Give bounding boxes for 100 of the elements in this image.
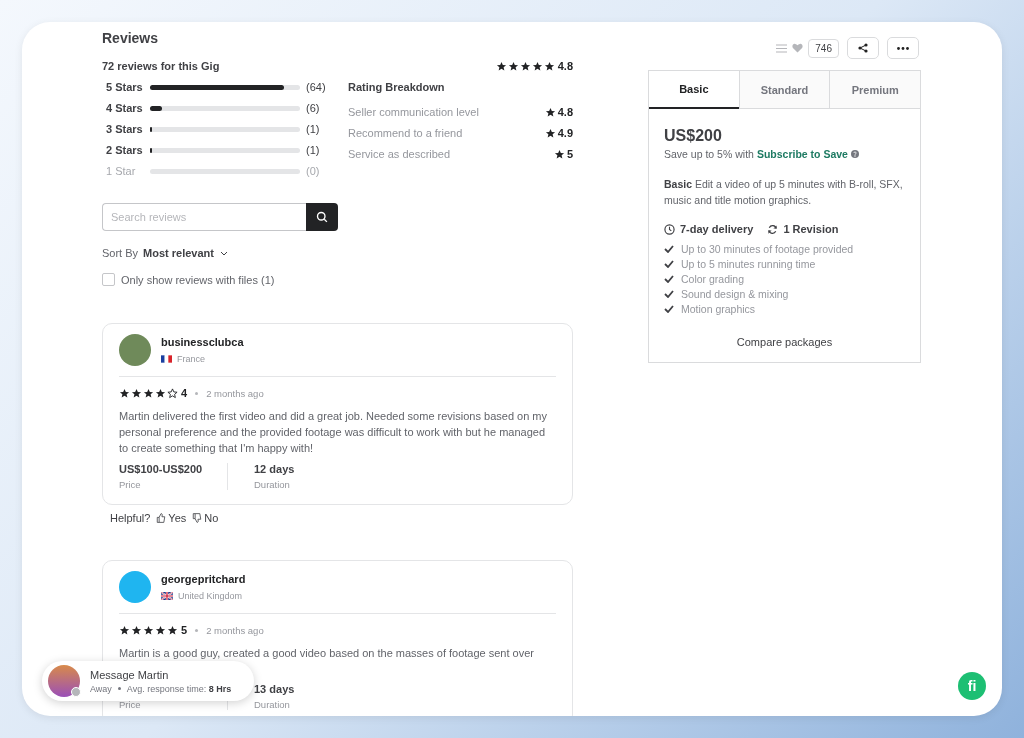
section-title: Reviews	[102, 30, 160, 46]
username: georgepritchard	[161, 573, 246, 585]
search-button[interactable]	[306, 203, 338, 231]
breakdown-score: 5	[566, 148, 573, 160]
package-tab[interactable]: Premium	[829, 71, 920, 109]
price-range: US$100-US$200	[119, 463, 204, 476]
star-icon	[155, 387, 166, 399]
star-icon	[143, 624, 154, 636]
feature-label: Up to 30 minutes of footage provided	[681, 243, 854, 255]
review-text: Martin delivered the first video and did a great job. Needed some revisions based on my personal preference and the provided footage was difficult to work with but he managed to create something that I'm happy with!	[119, 409, 548, 456]
star-icon	[544, 106, 556, 118]
status-dot	[71, 687, 81, 697]
duration-label: Duration	[254, 479, 291, 490]
rating-count: (6)	[306, 102, 320, 114]
flag-icon	[161, 592, 173, 600]
search-icon	[316, 211, 328, 223]
status-text: Away	[90, 683, 112, 694]
search-field[interactable]: Search reviews	[102, 203, 306, 231]
avatar	[119, 334, 151, 366]
star-outline-icon	[167, 387, 178, 399]
star-filter-link[interactable]: 4 Stars	[102, 102, 150, 114]
star-icon	[543, 60, 555, 72]
feature-label: Motion graphics	[681, 303, 756, 315]
review-rating: 5	[181, 624, 188, 636]
flag-icon	[161, 355, 172, 363]
chevron-down-icon	[220, 250, 228, 256]
review-rating: 4	[181, 387, 188, 399]
star-icon	[531, 60, 543, 72]
average-rating: 4.8	[557, 60, 573, 72]
country-name: France	[177, 354, 205, 364]
more-button[interactable]	[887, 37, 919, 59]
compare-packages-link[interactable]: Compare packages	[736, 336, 833, 348]
checkbox-label: Only show reviews with files (1)	[121, 273, 275, 286]
star-icon	[119, 624, 130, 636]
share-icon	[858, 43, 868, 53]
country-name: United Kingdom	[178, 591, 243, 601]
star-icon	[553, 148, 565, 160]
save-text: Save up to 5% with	[664, 148, 754, 160]
breakdown-title: Rating Breakdown	[348, 81, 446, 93]
duration-label: Duration	[254, 699, 291, 710]
breakdown-label: Recommend to a friend	[348, 127, 463, 139]
refresh-icon	[767, 223, 779, 235]
breakdown-label: Service as described	[348, 148, 451, 160]
separator-dot	[117, 687, 121, 690]
rating-count: (1)	[306, 123, 320, 135]
yes-button[interactable]: Yes	[156, 512, 187, 524]
rating-count: (64)	[306, 81, 326, 93]
star-filter-link[interactable]: 3 Stars	[102, 123, 150, 135]
star-filter-link[interactable]: 5 Stars	[102, 81, 150, 93]
separator-dot	[195, 391, 199, 395]
star-icon	[131, 387, 142, 399]
duration-value: 12 days	[254, 463, 296, 476]
message-title: Message Martin	[90, 668, 170, 681]
price-label: Price	[119, 699, 142, 710]
like-count: 746	[808, 38, 839, 58]
star-icon	[119, 387, 130, 399]
feature-label: Up to 5 minutes running time	[681, 258, 816, 270]
helpful-label: Helpful?	[110, 512, 151, 524]
feature-label: Sound design & mixing	[681, 288, 789, 300]
breakdown-score: 4.9	[557, 127, 573, 139]
response-time: Avg. response time: 8 Hrs	[126, 683, 232, 694]
star-filter-link[interactable]: 2 Stars	[102, 144, 150, 156]
sort-dropdown[interactable]: Most relevant	[143, 247, 228, 259]
package-description: Basic Edit a video of up 5 minutes with B-roll, SFX, music and title motion graphics.	[664, 177, 904, 208]
feature-label: Color grading	[681, 273, 745, 285]
delivery-time: 7-day delivery	[680, 223, 754, 235]
sort-label: Sort By	[102, 247, 139, 259]
package-tab[interactable]: Standard	[738, 71, 830, 109]
username: businessclubca	[161, 336, 244, 348]
review-count: 72 reviews for this Gig	[102, 60, 220, 72]
message-seller-button[interactable]: Message Martin Away Avg. response time: 8 Hrs	[42, 661, 254, 701]
price-label: Price	[119, 479, 142, 490]
review-text: Martin is a good guy, created a good video based on the masses of footage sent over	[119, 646, 535, 661]
revisions: 1 Revision	[783, 223, 839, 235]
subscribe-link[interactable]: Subscribe to Save	[756, 148, 848, 160]
rating-count: (1)	[306, 144, 320, 156]
more-icon	[897, 46, 909, 50]
breakdown-score: 4.8	[557, 106, 573, 118]
avatar	[48, 665, 80, 697]
thumbs-up-icon	[156, 513, 167, 523]
rating-count: (0)	[306, 165, 320, 177]
star-icon	[507, 60, 519, 72]
no-button[interactable]: No	[192, 512, 219, 524]
package-price: US$200	[664, 127, 723, 145]
checkbox[interactable]	[102, 273, 115, 286]
star-icon	[519, 60, 531, 72]
star-icon	[167, 624, 178, 636]
review-time: 2 months ago	[206, 624, 264, 636]
share-button[interactable]	[847, 37, 879, 59]
help-icon[interactable]	[850, 150, 859, 158]
duration-value: 13 days	[254, 683, 296, 696]
star-icon	[495, 60, 507, 72]
avatar	[119, 571, 151, 603]
separator-dot	[195, 628, 199, 632]
review-time: 2 months ago	[206, 387, 264, 399]
star-icon	[131, 624, 142, 636]
star-icon	[544, 127, 556, 139]
star-icon	[143, 387, 154, 399]
star-icon	[155, 624, 166, 636]
clock-icon	[664, 223, 675, 235]
